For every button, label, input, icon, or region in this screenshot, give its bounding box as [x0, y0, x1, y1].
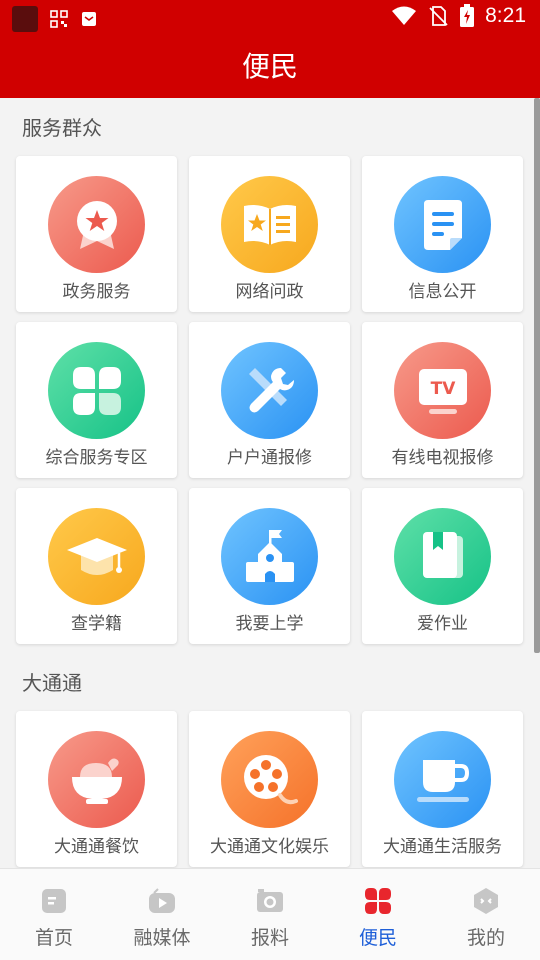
home-doc-icon — [42, 889, 66, 913]
battery-icon — [460, 4, 475, 27]
service-card-enroll-school[interactable]: 我要上学 — [189, 488, 350, 644]
wifi-icon — [392, 6, 417, 25]
camera-icon — [257, 889, 283, 912]
service-card-government[interactable]: 政务服务 — [16, 156, 177, 312]
service-card-label: 户户通报修 — [227, 448, 312, 468]
service-card-label: 查学籍 — [71, 614, 122, 634]
service-card-homework[interactable]: 爱作业 — [362, 488, 523, 644]
service-card-label: 大通通餐饮 — [54, 837, 139, 857]
service-card-label: 我要上学 — [235, 614, 304, 634]
service-card-student-status[interactable]: 查学籍 — [16, 488, 177, 644]
media-play-icon — [149, 888, 175, 913]
section-title-datongtong: 大通通 — [22, 671, 82, 695]
service-card-label: 信息公开 — [408, 282, 477, 302]
service-card-label: 大通通生活服务 — [383, 837, 502, 857]
clover-icon — [48, 342, 145, 439]
status-bar: 8:21 — [0, 0, 540, 36]
qr-code-icon — [50, 10, 68, 28]
school-building-icon — [221, 508, 318, 605]
service-grid-container[interactable]: 服务群众 政务服务 网络问政 信息公开 综合服务专区 户户通报修 TV 有线电视… — [0, 98, 540, 868]
service-card-label: 爱作业 — [417, 614, 468, 634]
service-card-label: 综合服务专区 — [45, 448, 148, 468]
profile-hexagon-icon — [474, 888, 498, 914]
nav-label: 报料 — [250, 927, 289, 949]
status-time: 8:21 — [485, 4, 526, 27]
open-book-star-icon — [221, 176, 318, 273]
film-reel-icon — [221, 731, 318, 828]
nav-home[interactable]: 首页 — [0, 869, 108, 960]
tv-icon: TV — [394, 342, 491, 439]
repair-tools-icon — [221, 342, 318, 439]
bottom-navigation: 首页 融媒体 报料 便民 我的 — [0, 868, 540, 960]
service-card-satellite-repair[interactable]: 户户通报修 — [189, 322, 350, 478]
service-card-label: 政务服务 — [62, 282, 131, 302]
nav-label: 便民 — [358, 927, 397, 949]
section-title-service: 服务群众 — [22, 116, 102, 140]
award-badge-icon — [48, 176, 145, 273]
message-icon — [82, 12, 96, 26]
nav-label: 我的 — [466, 927, 505, 949]
scrollbar[interactable] — [534, 98, 540, 653]
nav-media[interactable]: 融媒体 — [108, 869, 216, 960]
nav-mine[interactable]: 我的 — [432, 869, 540, 960]
nav-label: 融媒体 — [133, 927, 191, 949]
coffee-cup-icon — [394, 731, 491, 828]
nav-label: 首页 — [34, 927, 73, 949]
service-card-online-inquiry[interactable]: 网络问政 — [189, 156, 350, 312]
service-card-dining[interactable]: 大通通餐饮 — [16, 711, 177, 867]
service-card-info-disclosure[interactable]: 信息公开 — [362, 156, 523, 312]
notebook-icon — [394, 508, 491, 605]
service-card-comprehensive[interactable]: 综合服务专区 — [16, 322, 177, 478]
page-title: 便民 — [0, 36, 540, 98]
clover-icon — [365, 888, 391, 914]
service-card-life-services[interactable]: 大通通生活服务 — [362, 711, 523, 867]
svg-text:TV: TV — [430, 379, 456, 399]
app-notification-icon — [12, 6, 38, 32]
service-card-culture-entertainment[interactable]: 大通通文化娱乐 — [189, 711, 350, 867]
graduation-cap-icon — [48, 508, 145, 605]
service-card-cable-tv-repair[interactable]: TV 有线电视报修 — [362, 322, 523, 478]
service-card-label: 大通通文化娱乐 — [210, 837, 329, 857]
document-icon — [394, 176, 491, 273]
nav-convenience[interactable]: 便民 — [324, 869, 432, 960]
food-bowl-icon — [48, 731, 145, 828]
nav-report[interactable]: 报料 — [216, 869, 324, 960]
service-card-label: 有线电视报修 — [391, 448, 494, 468]
service-card-label: 网络问政 — [235, 282, 304, 302]
no-sim-icon — [429, 6, 448, 26]
